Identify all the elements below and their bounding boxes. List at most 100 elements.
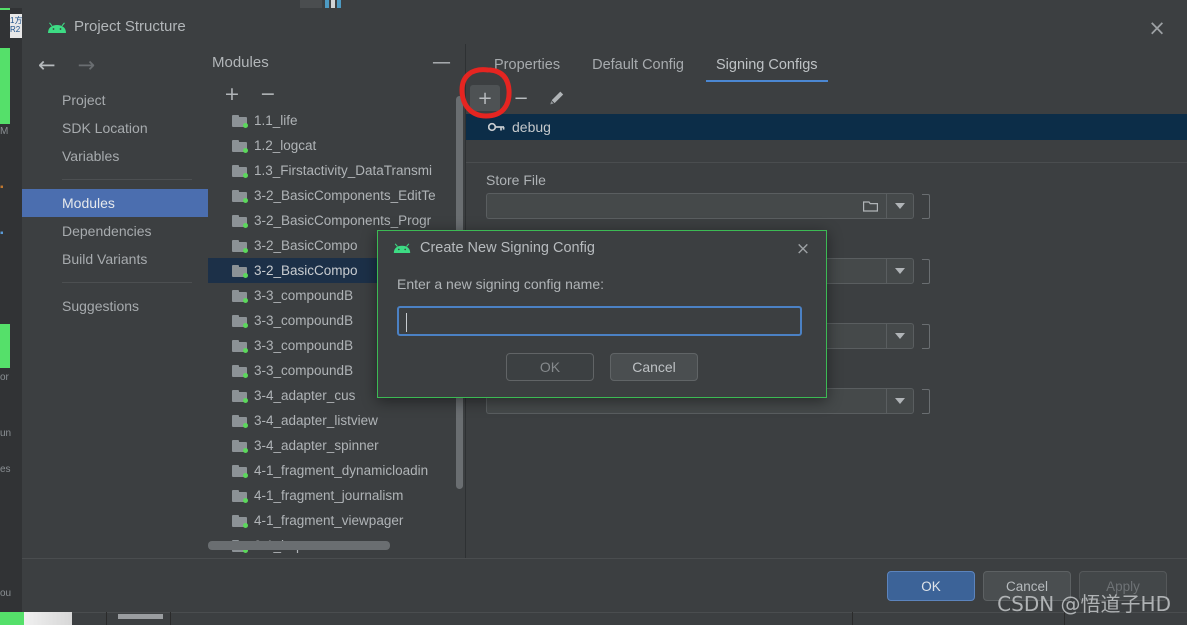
folder-icon xyxy=(232,114,248,128)
close-icon[interactable]: × xyxy=(1145,16,1169,40)
module-list-item[interactable]: 1.3_Firstactivity_DataTransmi xyxy=(208,158,465,183)
chevron-down-icon xyxy=(895,398,905,404)
sidebar-item-sdk-location[interactable]: SDK Location xyxy=(22,114,208,142)
dialog-close-icon[interactable]: × xyxy=(792,238,814,260)
form-field-dropdown[interactable] xyxy=(886,258,914,284)
background-tab xyxy=(337,0,341,8)
sidebar-item-project[interactable]: Project xyxy=(22,86,208,114)
signing-toolbar: + − xyxy=(466,82,1187,114)
folder-icon xyxy=(232,164,248,178)
collapse-icon[interactable]: — xyxy=(432,52,451,72)
gutter-text: un xyxy=(0,428,12,439)
module-list-item-label: 3-3_compoundB xyxy=(254,338,354,353)
module-list-item[interactable]: 1.2_logcat xyxy=(208,133,465,158)
form-field-bracket xyxy=(922,258,930,284)
tab-default-config[interactable]: Default Config xyxy=(576,57,700,82)
sidebar-item-modules[interactable]: Modules xyxy=(22,189,208,217)
background-tab xyxy=(325,0,329,8)
module-list-item[interactable]: 3-2_BasicComponents_EditTe xyxy=(208,183,465,208)
module-list-item[interactable]: 3-4_adapter_listview xyxy=(208,408,465,433)
remove-module-button[interactable]: − xyxy=(260,84,276,104)
module-list-item-label: 4-1_fragment_viewpager xyxy=(254,513,404,528)
gutter-text: ou xyxy=(0,588,12,599)
modules-horizontal-scrollbar[interactable] xyxy=(208,541,390,550)
background-tab xyxy=(331,0,335,8)
form-field-bracket xyxy=(922,388,930,414)
folder-icon xyxy=(232,139,248,153)
folder-icon xyxy=(232,464,248,478)
module-list-item-label: 3-4_adapter_cus xyxy=(254,388,356,403)
chevron-down-icon xyxy=(895,203,905,209)
module-list-item[interactable]: 1.1_life xyxy=(208,108,465,133)
signing-config-name-input[interactable] xyxy=(397,306,802,336)
form-field: Store File xyxy=(466,172,1187,219)
form-field-label: Store File xyxy=(486,172,546,188)
android-logo-icon xyxy=(393,243,411,254)
nav-history-controls: ← → xyxy=(22,44,208,86)
folder-icon xyxy=(232,264,248,278)
status-progress xyxy=(118,614,163,619)
module-list-item[interactable]: 4-1_fragment_viewpager xyxy=(208,508,465,533)
form-field-dropdown[interactable] xyxy=(886,388,914,414)
module-list-item-label: 4-1_fragment_journalism xyxy=(254,488,404,503)
screenshot-root: 1方 R2 M ▪ ▪ or un es ou Project Structur… xyxy=(0,0,1187,625)
module-list-item[interactable]: 4-1_fragment_dynamicloadin xyxy=(208,458,465,483)
module-list-item-label: 4-1_fragment_dynamicloadin xyxy=(254,463,429,478)
signing-config-row-debug[interactable]: debug xyxy=(466,114,1187,140)
folder-icon xyxy=(232,389,248,403)
sidebar-item-dependencies[interactable]: Dependencies xyxy=(22,217,208,245)
folder-icon xyxy=(232,239,248,253)
ok-button[interactable]: OK xyxy=(887,571,975,601)
signing-list-empty-area xyxy=(466,140,1187,162)
chevron-down-icon xyxy=(895,268,905,274)
module-list-item-label: 3-2_BasicComponents_Progr xyxy=(254,213,432,228)
tab-signing-configs[interactable]: Signing Configs xyxy=(700,57,834,82)
tab-properties[interactable]: Properties xyxy=(478,57,576,82)
folder-icon xyxy=(232,364,248,378)
module-list-item-label: 3-2_BasicCompo xyxy=(254,263,358,278)
status-divider xyxy=(852,612,853,625)
dialog-ok-button[interactable]: OK xyxy=(506,353,594,381)
gutter-chip-text: 1方 R2 xyxy=(10,16,23,34)
sidebar-item-variables[interactable]: Variables xyxy=(22,142,208,170)
signing-configs-list: debug xyxy=(466,114,1187,163)
folder-icon xyxy=(232,489,248,503)
module-list-item-label: 3-2_BasicCompo xyxy=(254,238,358,253)
form-field-dropdown[interactable] xyxy=(886,323,914,349)
window-titlebar: Project Structure × xyxy=(22,8,1187,44)
form-field-row xyxy=(466,193,1187,219)
dialog-cancel-button[interactable]: Cancel xyxy=(610,353,698,381)
form-field-dropdown[interactable] xyxy=(886,193,914,219)
status-divider xyxy=(170,612,171,625)
status-chip xyxy=(24,612,72,625)
module-list-item-label: 3-3_compoundB xyxy=(254,363,354,378)
modules-toolbar: + − xyxy=(208,80,465,108)
text-caret xyxy=(406,313,407,332)
gutter-text: es xyxy=(0,464,11,475)
folder-icon xyxy=(232,214,248,228)
remove-signing-config-button[interactable]: − xyxy=(506,85,536,111)
folder-icon xyxy=(232,414,248,428)
chevron-down-icon xyxy=(895,333,905,339)
sidebar-item-build-variants[interactable]: Build Variants xyxy=(22,245,208,273)
signing-config-label: debug xyxy=(512,119,551,135)
module-list-item[interactable]: 4-1_fragment_journalism xyxy=(208,483,465,508)
add-signing-config-button[interactable]: + xyxy=(470,85,500,111)
page-title: Project Structure xyxy=(74,18,186,35)
edit-signing-config-button[interactable] xyxy=(542,85,572,111)
module-list-item-label: 3-2_BasicComponents_EditTe xyxy=(254,188,436,203)
create-signing-config-dialog: Create New Signing Config × Enter a new … xyxy=(377,230,827,398)
modules-title: Modules xyxy=(212,53,269,71)
browse-folder-icon[interactable] xyxy=(863,200,878,212)
status-divider xyxy=(106,612,107,625)
module-list-item[interactable]: 3-4_adapter_spinner xyxy=(208,433,465,458)
add-module-button[interactable]: + xyxy=(224,84,240,104)
module-list-item-label: 1.3_Firstactivity_DataTransmi xyxy=(254,163,433,178)
forward-arrow-icon[interactable]: → xyxy=(78,54,96,76)
form-field-input[interactable] xyxy=(486,193,886,219)
form-field-bracket xyxy=(922,193,930,219)
sidebar-item-suggestions[interactable]: Suggestions xyxy=(22,292,208,320)
back-arrow-icon[interactable]: ← xyxy=(38,54,56,76)
modules-header: Modules — xyxy=(208,44,465,80)
dialog-prompt-label: Enter a new signing config name: xyxy=(397,276,605,292)
